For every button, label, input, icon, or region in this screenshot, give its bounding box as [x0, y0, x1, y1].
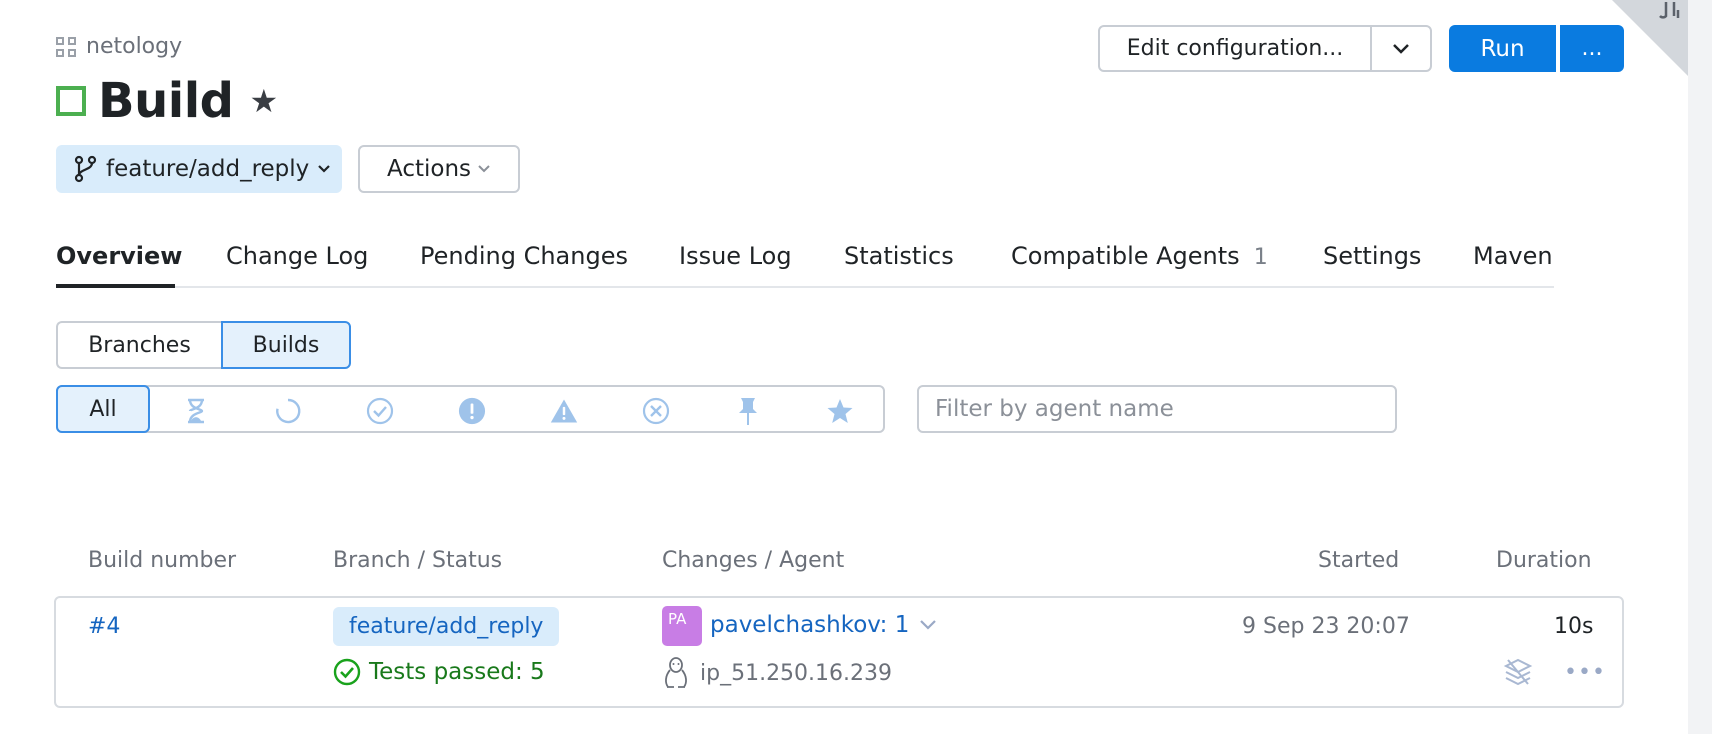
branches-toggle-button[interactable]: Branches — [56, 321, 221, 369]
chevron-down-icon — [478, 165, 490, 173]
avatar: PA — [662, 606, 702, 646]
tab-settings[interactable]: Settings — [1323, 242, 1421, 270]
header-build-number: Build number — [88, 548, 237, 573]
agent-info[interactable]: ip_51.250.16.239 — [662, 656, 892, 690]
branch-selector-label: feature/add_reply — [106, 156, 310, 182]
build-status-filter: All — [56, 385, 885, 433]
build-number-link[interactable]: #4 — [88, 614, 120, 639]
changes-text: pavelchashkov: 1 — [710, 612, 910, 638]
pin-icon[interactable] — [734, 397, 762, 425]
branch-selector[interactable]: feature/add_reply — [56, 145, 342, 193]
page-title: Build — [98, 73, 234, 129]
header-changes-agent: Changes / Agent — [662, 548, 845, 573]
actions-button[interactable]: Actions — [358, 145, 520, 193]
header-duration[interactable]: Duration — [1496, 548, 1592, 573]
success-icon[interactable] — [366, 397, 394, 425]
duration-value: 10s — [1554, 614, 1594, 639]
header-started[interactable]: Started — [1318, 548, 1399, 573]
tab-statistics[interactable]: Statistics — [844, 242, 954, 270]
tab-overview[interactable]: Overview — [56, 242, 182, 270]
linux-icon — [665, 657, 687, 688]
build-status-icon — [56, 86, 86, 116]
tab-bar: Overview Change Log Pending Changes Issu… — [56, 236, 1554, 288]
chevron-down-icon — [920, 620, 937, 630]
star-icon[interactable] — [826, 397, 854, 425]
chevron-down-icon — [318, 165, 331, 173]
failed-icon[interactable] — [458, 397, 486, 425]
warning-icon[interactable] — [550, 397, 578, 425]
started-time: 9 Sep 23 20:07 — [1242, 614, 1410, 639]
tab-compatible-agents-label: Compatible Agents — [1011, 242, 1240, 270]
compatible-agents-count: 1 — [1253, 245, 1268, 270]
run-options-button[interactable]: ... — [1560, 25, 1624, 72]
actions-label: Actions — [386, 156, 471, 182]
chevron-down-icon — [1393, 43, 1409, 54]
tab-change-log[interactable]: Change Log — [226, 242, 368, 270]
active-tab-indicator — [56, 284, 175, 288]
agent-name-filter-input[interactable] — [917, 385, 1397, 433]
project-breadcrumb[interactable]: netology — [56, 34, 182, 59]
header-branch-status: Branch / Status — [333, 548, 503, 573]
build-status[interactable]: Tests passed: 5 — [333, 658, 545, 686]
title-row: Build ★ — [56, 72, 278, 130]
tab-compatible-agents[interactable]: Compatible Agents 1 — [1011, 242, 1268, 270]
project-name[interactable]: netology — [86, 34, 182, 59]
favorite-star-icon[interactable]: ★ — [250, 85, 279, 117]
right-scrollbar-strip — [1688, 0, 1712, 734]
success-check-icon — [333, 658, 361, 686]
tab-maven[interactable]: Maven — [1473, 242, 1553, 270]
artifacts-icon[interactable] — [1502, 656, 1534, 688]
changes-link[interactable]: pavelchashkov: 1 — [710, 612, 937, 638]
hourglass-icon[interactable] — [182, 397, 210, 425]
more-options-icon[interactable]: ••• — [1564, 660, 1606, 685]
build-status-text: Tests passed: 5 — [369, 659, 545, 685]
agent-name: ip_51.250.16.239 — [700, 660, 893, 686]
branch-icon — [74, 155, 97, 183]
run-button[interactable]: Run — [1449, 25, 1556, 72]
tab-issue-log[interactable]: Issue Log — [679, 242, 792, 270]
edit-configuration-button[interactable]: Edit configuration... — [1100, 27, 1372, 70]
project-grid-icon — [56, 36, 76, 57]
view-toggle: Branches Builds — [56, 321, 351, 369]
builds-toggle-button[interactable]: Builds — [221, 321, 351, 369]
branch-tag[interactable]: feature/add_reply — [333, 607, 560, 646]
running-icon[interactable] — [274, 397, 302, 425]
filter-all-button[interactable]: All — [56, 385, 150, 433]
edit-configuration-button-group: Edit configuration... — [1098, 25, 1432, 72]
canceled-icon[interactable] — [642, 397, 670, 425]
tab-pending-changes[interactable]: Pending Changes — [420, 242, 628, 270]
edit-configuration-dropdown[interactable] — [1372, 27, 1430, 70]
